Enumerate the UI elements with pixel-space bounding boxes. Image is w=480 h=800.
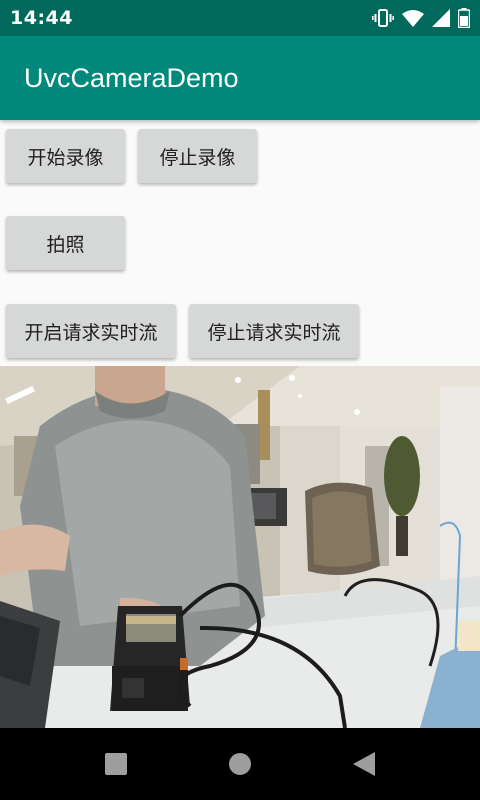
stop-stream-button[interactable]: 停止请求实时流 [189,304,359,358]
stop-record-button[interactable]: 停止录像 [138,129,257,183]
status-icons [372,8,470,28]
status-time: 14:44 [10,7,73,29]
recents-square-icon[interactable] [102,750,130,778]
signal-icon [432,9,450,27]
app-bar: UvcCameraDemo [0,36,480,120]
take-photo-button[interactable]: 拍照 [6,216,125,270]
home-circle-icon[interactable] [226,750,254,778]
status-bar: 14:44 [0,0,480,36]
navigation-bar [0,728,480,800]
camera-preview [0,366,480,728]
back-triangle-icon[interactable] [350,750,378,778]
vibrate-icon [372,8,394,28]
battery-icon [458,8,470,28]
start-stream-button[interactable]: 开启请求实时流 [6,304,176,358]
app-title: UvcCameraDemo [24,62,239,93]
wifi-icon [402,9,424,27]
start-record-button[interactable]: 开始录像 [6,129,125,183]
